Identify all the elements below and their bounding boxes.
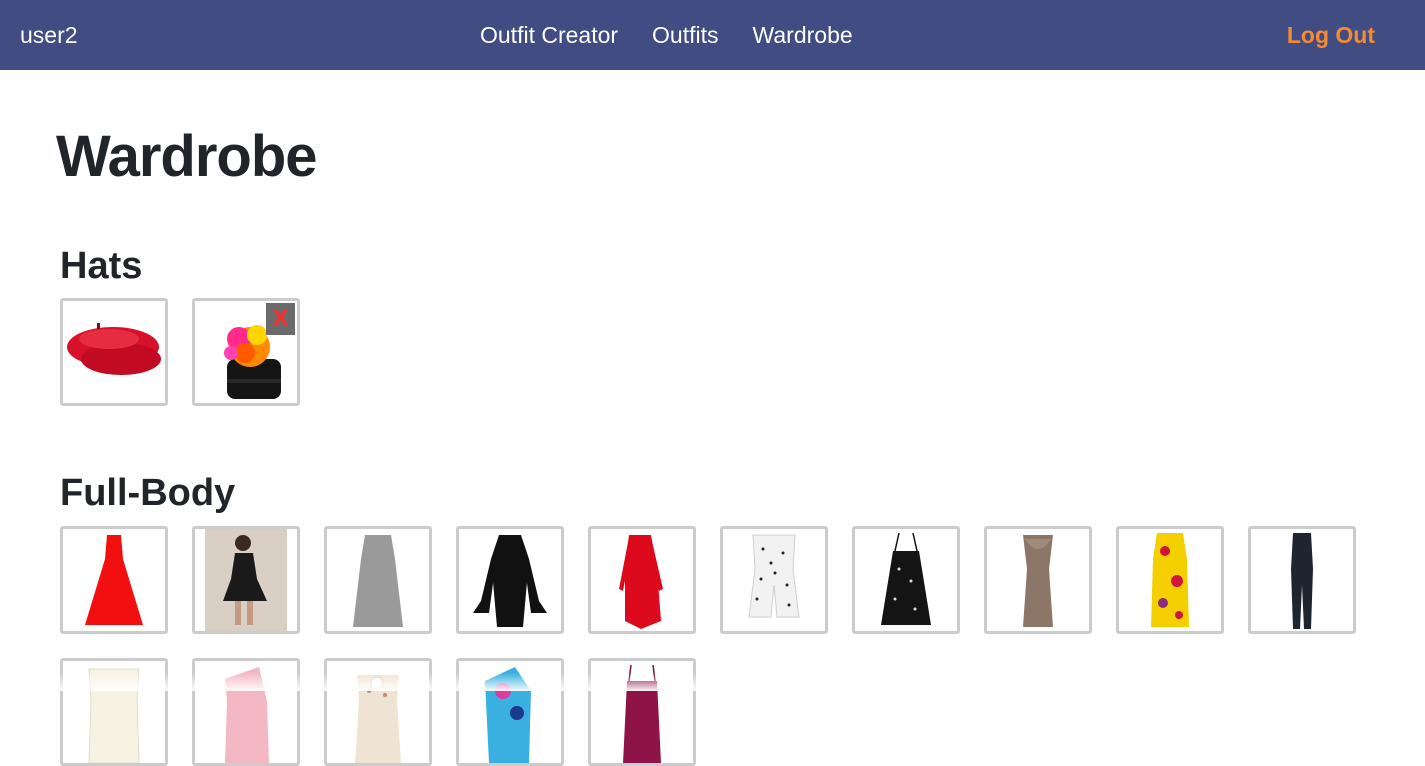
wardrobe-item-white-polka-dot-romper[interactable] bbox=[720, 526, 828, 634]
wardrobe-item-burgundy-slip-dress[interactable] bbox=[588, 658, 696, 766]
wardrobe-item-yellow-floral-dress[interactable] bbox=[1116, 526, 1224, 634]
floral-collar-dress-image bbox=[355, 675, 401, 763]
full-body-grid bbox=[60, 526, 1380, 766]
blue-print-swimsuit-image bbox=[485, 667, 531, 763]
model-black-dress-image bbox=[205, 529, 287, 631]
pink-dress-image bbox=[225, 667, 269, 763]
logout-button[interactable]: Log Out bbox=[1287, 22, 1375, 49]
section-title-full-body: Full-Body bbox=[60, 472, 236, 514]
wardrobe-item-black-pompom-beanie[interactable]: X bbox=[192, 298, 300, 406]
taupe-cowl-dress-image bbox=[1023, 535, 1053, 627]
nav-username[interactable]: user2 bbox=[20, 22, 78, 49]
cream-dress-image bbox=[88, 668, 140, 763]
wardrobe-item-black-bell-sleeve-dress[interactable] bbox=[456, 526, 564, 634]
wardrobe-item-red-halter-dress[interactable] bbox=[60, 526, 168, 634]
polka-dot-romper-image bbox=[748, 534, 800, 618]
wardrobe-item-black-skater-dress-model[interactable] bbox=[192, 526, 300, 634]
wardrobe-item-grey-tank-dress[interactable] bbox=[324, 526, 432, 634]
wardrobe-item-red-long-sleeve-dress[interactable] bbox=[588, 526, 696, 634]
red-long-sleeve-dress-image bbox=[619, 535, 663, 629]
navy-jumpsuit-image bbox=[1291, 533, 1313, 629]
nav-links: Outfit Creator Outfits Wardrobe bbox=[480, 22, 853, 49]
wardrobe-item-black-sequin-slip-dress[interactable] bbox=[852, 526, 960, 634]
wardrobe-item-red-beret[interactable] bbox=[60, 298, 168, 406]
wardrobe-item-pink-one-shoulder-dress[interactable] bbox=[192, 658, 300, 766]
grey-tank-dress-image bbox=[353, 535, 403, 627]
wardrobe-item-floral-collar-dress[interactable] bbox=[324, 658, 432, 766]
red-beret-image bbox=[67, 323, 161, 375]
hats-grid: X bbox=[60, 298, 1380, 406]
yellow-floral-dress-image bbox=[1151, 533, 1189, 627]
nav-link-outfit-creator[interactable]: Outfit Creator bbox=[480, 22, 618, 49]
wardrobe-item-taupe-cowl-dress[interactable] bbox=[984, 526, 1092, 634]
red-halter-dress-image bbox=[85, 535, 143, 625]
navbar: user2 Outfit Creator Outfits Wardrobe Lo… bbox=[0, 0, 1425, 70]
wardrobe-item-cream-top-dress[interactable] bbox=[60, 658, 168, 766]
wardrobe-item-blue-print-swimsuit[interactable] bbox=[456, 658, 564, 766]
delete-item-button[interactable]: X bbox=[266, 303, 295, 335]
wardrobe-item-navy-jumpsuit[interactable] bbox=[1248, 526, 1356, 634]
black-bell-sleeve-dress-image bbox=[473, 535, 547, 627]
section-title-hats: Hats bbox=[60, 245, 143, 287]
page-title: Wardrobe bbox=[56, 124, 318, 189]
nav-link-wardrobe[interactable]: Wardrobe bbox=[753, 22, 853, 49]
nav-link-outfits[interactable]: Outfits bbox=[652, 22, 718, 49]
burgundy-slip-dress-image bbox=[623, 664, 661, 763]
black-sequin-dress-image bbox=[881, 532, 931, 625]
